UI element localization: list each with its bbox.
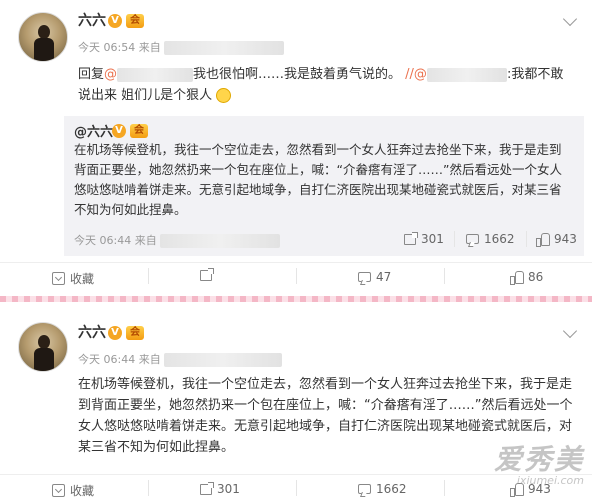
post-time[interactable]: 今天 06:44 来自 [78, 353, 161, 366]
divider [526, 231, 527, 247]
reply-text-1: 我也很怕啊……我是鼓着勇气说的。 [193, 67, 402, 82]
comment-count: 47 [376, 270, 392, 284]
watermark-logo: 爱秀美 [493, 443, 584, 476]
comment-icon [358, 272, 371, 282]
like-icon [510, 271, 524, 285]
forward-button[interactable] [200, 268, 217, 281]
quoted-author[interactable]: @六六 [74, 121, 113, 140]
comment-count: 1662 [376, 482, 407, 496]
divider [148, 268, 149, 284]
username[interactable]: 六六 [78, 10, 106, 30]
divider [296, 480, 297, 496]
comment-button[interactable]: 1662 [358, 482, 407, 496]
member-crown-icon: 会 [126, 326, 144, 340]
member-crown-icon: 会 [126, 14, 144, 28]
like-count: 943 [554, 232, 577, 246]
favorite-icon [52, 272, 65, 285]
forward-icon [200, 481, 214, 495]
quoted-text: 在机场等候登机，我往一个空位走去，忽然看到一个女人狂奔过去抢坐下来，我于是走到背… [74, 142, 562, 217]
mention-redacted-2 [426, 67, 507, 82]
reply-prefix: 回复 [78, 67, 105, 82]
comment-icon [358, 484, 371, 494]
comment-icon [466, 234, 479, 244]
avatar[interactable] [18, 12, 68, 62]
divider [296, 268, 297, 284]
comment-count: 1662 [484, 232, 515, 246]
quoted-comment[interactable]: 1662 [466, 232, 515, 246]
username[interactable]: 六六 [78, 322, 106, 342]
mention-link-2[interactable]: //@ [405, 67, 427, 82]
quoted-forward[interactable]: 301 [404, 231, 444, 246]
section-divider [0, 296, 592, 302]
divider [444, 268, 445, 284]
mention-redacted [117, 67, 194, 82]
forward-count: 301 [421, 232, 444, 246]
divider [444, 480, 445, 496]
post-meta: 今天 06:54 来自 [78, 39, 285, 55]
like-icon [536, 233, 550, 247]
verified-badge-icon: V [108, 14, 122, 28]
action-bar-top-line [0, 262, 592, 263]
verified-badge-icon: V [112, 124, 126, 138]
verified-badge-icon: V [108, 326, 122, 340]
forward-icon [200, 268, 214, 281]
like-count: 86 [528, 270, 544, 284]
chevron-down-icon[interactable] [562, 323, 578, 339]
source-redacted [164, 353, 283, 367]
reply-text-2: :我都不敢 [506, 67, 564, 82]
member-crown-icon: 会 [130, 124, 148, 138]
quoted-time[interactable]: 今天 06:44 来自 [74, 234, 157, 247]
reply-line-2: 说出来 姐们儿是个狠人 [78, 88, 213, 103]
reply-text: 回复@ 我也很怕啊……我是鼓着勇气说的。 //@ :我都不敢 说出来 姐们儿是个狠人 [78, 64, 578, 106]
emoji-icon [216, 88, 232, 103]
forward-button[interactable]: 301 [200, 481, 240, 496]
mention-link[interactable]: @ [104, 67, 117, 82]
favorite-label: 收藏 [70, 272, 95, 286]
post-time[interactable]: 今天 06:54 来自 [78, 41, 161, 54]
source-redacted [164, 41, 285, 55]
quoted-meta: 今天 06:44 来自 [74, 232, 281, 248]
source-redacted [160, 234, 281, 248]
watermark: 爱秀美 ixiumei.com [494, 438, 584, 487]
avatar[interactable] [18, 322, 68, 372]
favorite-icon [52, 484, 65, 497]
quoted-post[interactable]: @六六 V 会 在机场等候登机，我往一个空位走去，忽然看到一个女人狂奔过去抢坐下… [64, 116, 584, 256]
divider [454, 231, 455, 247]
favorite-button[interactable]: 收藏 [52, 482, 94, 499]
quoted-like[interactable]: 943 [536, 232, 577, 247]
chevron-down-icon[interactable] [562, 11, 578, 27]
forward-icon [404, 231, 418, 245]
post-meta: 今天 06:44 来自 [78, 351, 283, 367]
comment-button[interactable]: 47 [358, 270, 391, 284]
favorite-label: 收藏 [70, 484, 95, 498]
forward-count: 301 [217, 482, 240, 496]
divider [148, 480, 149, 496]
favorite-button[interactable]: 收藏 [52, 270, 94, 287]
like-button[interactable]: 86 [510, 270, 544, 285]
